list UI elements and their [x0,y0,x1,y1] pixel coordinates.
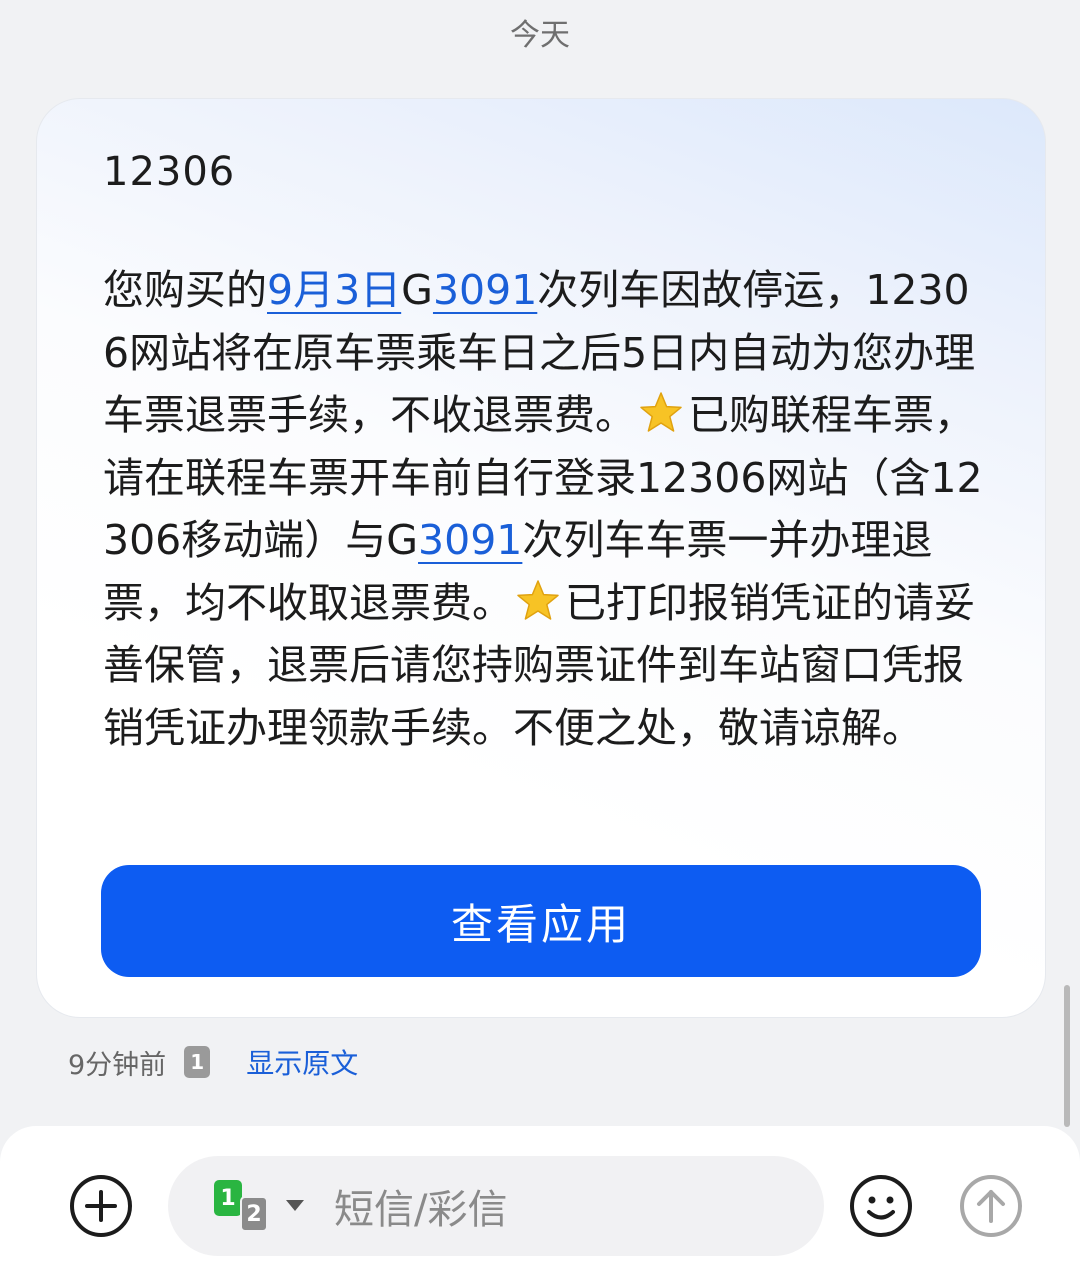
sim-card-badge: 1 [184,1046,211,1078]
message-text: 您购买的 [103,266,267,314]
sim2-icon: 2 [240,1196,268,1232]
plus-circle-icon[interactable] [68,1173,134,1239]
message-body: 您购买的9月3日G3091次列车因故停运，12306网站将在原车票乘车日之后5日… [103,259,983,759]
show-original-link[interactable]: 显示原文 [246,1042,358,1082]
sim1-icon: 1 [214,1180,242,1216]
message-timestamp: 9分钟前 [68,1049,167,1081]
arrow-up-circle-icon[interactable] [958,1173,1024,1239]
caret-down-icon [286,1200,304,1211]
smiley-icon[interactable] [848,1173,914,1239]
message-link[interactable]: 3091 [433,266,537,314]
compose-placeholder: 短信/彩信 [334,1187,508,1233]
message-input[interactable]: 1 2 短信/彩信 [168,1156,824,1256]
star-emoji-icon [638,390,684,436]
message-link[interactable]: 3091 [418,516,522,564]
date-separator: 今天 [510,18,570,53]
messages-screen: 今天 12306 您购买的9月3日G3091次列车因故停运，12306网站将在原… [0,0,1080,1284]
message-text: G [401,266,433,314]
compose-bar: 1 2 短信/彩信 [0,1126,1080,1284]
view-app-button[interactable]: 查看应用 [101,865,981,977]
star-emoji-icon [515,578,561,624]
scrollbar[interactable] [1064,985,1070,1127]
message-card: 12306 您购买的9月3日G3091次列车因故停运，12306网站将在原车票乘… [36,98,1046,1018]
message-link[interactable]: 9月3日 [267,266,401,314]
sim-selector[interactable]: 1 2 [214,1176,314,1236]
message-meta: 9分钟前 1 显示原文 [68,1042,358,1082]
message-sender: 12306 [103,149,236,195]
